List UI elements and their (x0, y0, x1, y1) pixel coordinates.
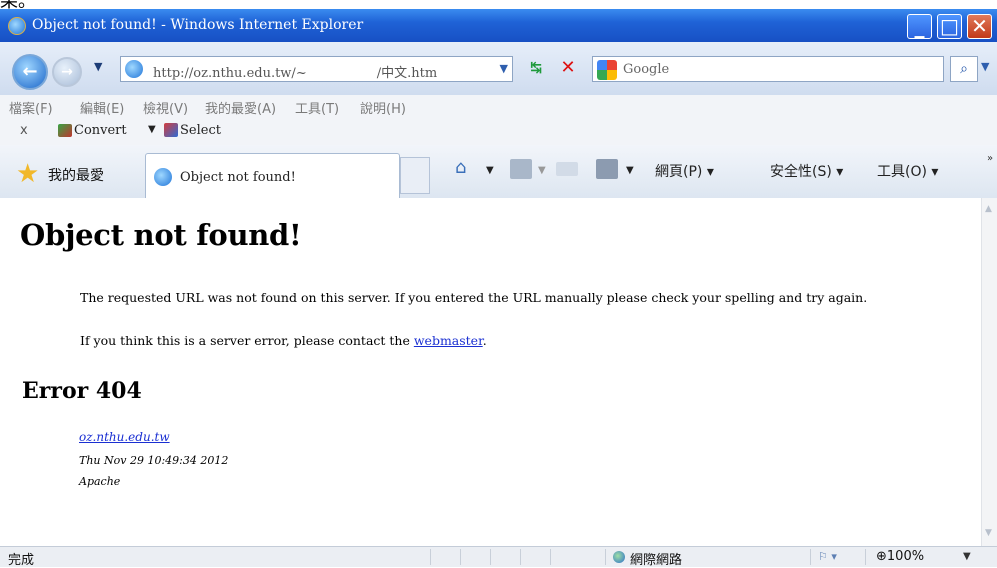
convert-icon (58, 124, 72, 137)
close-button[interactable]: ✕ (967, 14, 992, 39)
menu-view[interactable]: 檢視(V) (143, 98, 188, 117)
webmaster-link[interactable]: webmaster (414, 333, 483, 348)
recent-pages-dropdown-icon[interactable]: ▼ (94, 60, 102, 73)
search-input[interactable]: Google (592, 56, 944, 82)
print-dropdown-icon[interactable]: ▼ (626, 165, 634, 176)
error-code-heading: Error 404 (22, 378, 142, 404)
address-url: http://oz.nthu.edu.tw/~/中文.htm (153, 66, 438, 81)
page-icon (125, 60, 143, 78)
print-icon[interactable] (596, 159, 618, 179)
zoom-level[interactable]: ⊕100% (876, 549, 924, 564)
menu-favorites[interactable]: 我的最愛(A) (205, 98, 276, 117)
server-host-link[interactable]: oz.nthu.edu.tw (79, 430, 170, 444)
mail-icon[interactable] (556, 162, 578, 176)
favorites-star-icon[interactable]: ★ (16, 161, 39, 187)
home-dropdown-icon[interactable]: ▼ (486, 165, 494, 176)
forward-button[interactable]: → (52, 57, 82, 87)
page-content: Object not found! The requested URL was … (0, 198, 981, 546)
menu-help[interactable]: 說明(H) (360, 98, 406, 117)
menu-file[interactable]: 檔案(F) (9, 98, 53, 117)
ie-icon (8, 17, 26, 35)
close-toolbar-icon[interactable]: x (20, 123, 28, 138)
select-button[interactable]: Select (180, 123, 221, 138)
zoom-dropdown-icon[interactable]: ▼ (963, 551, 971, 562)
server-software: Apache (79, 475, 121, 488)
home-icon[interactable]: ⌂ (455, 157, 466, 178)
feeds-dropdown-icon[interactable]: ▼ (538, 165, 546, 176)
select-icon (164, 123, 178, 137)
refresh-icon[interactable]: ↹ (524, 56, 548, 80)
vertical-scrollbar[interactable]: ▲ ▼ (981, 198, 997, 546)
address-input[interactable]: http://oz.nthu.edu.tw/~/中文.htm ▼ (120, 56, 513, 82)
search-icon[interactable]: ⌕ (950, 56, 978, 82)
safety-menu[interactable]: 安全性(S) ▾ (770, 161, 843, 181)
search-placeholder: Google (623, 62, 670, 77)
forward-arrow-icon: → (61, 64, 73, 80)
feeds-icon[interactable] (510, 159, 532, 179)
tools-menu[interactable]: 工具(O) ▾ (877, 161, 938, 181)
window-title: Object not found! - Windows Internet Exp… (32, 17, 364, 33)
clipped-top-text: 果。 (0, 0, 997, 9)
tab-page-icon (154, 168, 172, 186)
contact-paragraph: If you think this is a server error, ple… (80, 333, 487, 348)
protected-mode-icon[interactable]: ⚐ ▾ (818, 550, 837, 563)
tab-object-not-found[interactable]: Object not found! (145, 153, 400, 198)
title-bar: Object not found! - Windows Internet Exp… (0, 9, 997, 42)
chevron-right-icon[interactable]: » (987, 153, 993, 164)
new-tab-button[interactable] (400, 157, 430, 194)
menu-edit[interactable]: 編輯(E) (80, 98, 124, 117)
convert-button[interactable]: Convert (74, 123, 127, 138)
command-toolbar: x Convert ▼ Select (0, 117, 997, 146)
server-timestamp: Thu Nov 29 10:49:34 2012 (79, 454, 229, 467)
error-message: The requested URL was not found on this … (80, 290, 868, 305)
status-bar: 完成 網際網路 ⚐ ▾ ⊕100% ▼ (0, 546, 997, 568)
back-button[interactable]: ← (12, 54, 48, 90)
favorites-button[interactable]: 我的最愛 (48, 165, 104, 185)
status-text: 完成 (8, 553, 35, 568)
page-heading: Object not found! (20, 218, 302, 252)
tab-label: Object not found! (180, 170, 296, 185)
scroll-up-icon[interactable]: ▲ (985, 204, 992, 214)
convert-dropdown-icon[interactable]: ▼ (148, 124, 156, 135)
maximize-button[interactable]: □ (937, 14, 962, 39)
search-options-dropdown-icon[interactable]: ▼ (981, 60, 989, 73)
google-logo-icon (597, 60, 617, 80)
address-dropdown-icon[interactable]: ▼ (500, 62, 508, 75)
menu-tools[interactable]: 工具(T) (295, 98, 339, 117)
minimize-button[interactable]: _ (907, 14, 932, 39)
security-zone: 網際網路 (630, 553, 683, 568)
back-arrow-icon: ← (22, 61, 38, 82)
internet-zone-icon (613, 551, 625, 563)
page-menu[interactable]: 網頁(P) ▾ (655, 161, 714, 181)
address-toolbar: ← → ▼ http://oz.nthu.edu.tw/~/中文.htm ▼ ↹… (0, 42, 997, 96)
stop-icon[interactable]: ✕ (556, 56, 580, 80)
favorites-bar: ★ 我的最愛 Object not found! ⌂ ▼ ▼ ▼ 網頁(P) ▾… (0, 145, 997, 199)
menu-bar: 檔案(F) 編輯(E) 檢視(V) 我的最愛(A) 工具(T) 說明(H) (0, 95, 997, 117)
scroll-down-icon[interactable]: ▼ (985, 528, 992, 538)
